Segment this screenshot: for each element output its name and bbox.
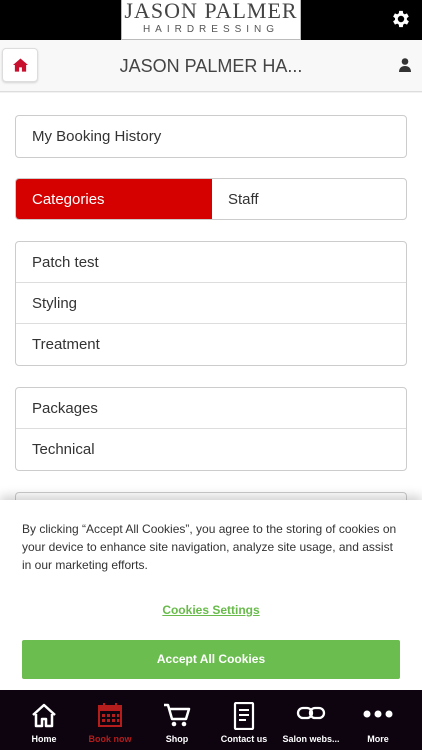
bottom-tab-label: Home [31, 734, 57, 744]
category-list-1: Patch test Styling Treatment [15, 241, 407, 366]
list-item-styling[interactable]: Styling [16, 283, 406, 324]
bottom-tab-label: Salon webs... [282, 734, 340, 744]
cookies-settings-link[interactable]: Cookies Settings [0, 603, 422, 617]
page-title: JASON PALMER HA... [119, 56, 303, 76]
accept-all-cookies-button[interactable]: Accept All Cookies [22, 640, 400, 679]
booking-history-box[interactable]: My Booking History [15, 115, 407, 158]
nav-bar: JASON PALMER HA... [0, 40, 422, 92]
bottom-tab-book-now[interactable]: Book now [75, 690, 145, 750]
bottom-tab-home[interactable]: Home [9, 690, 79, 750]
bottom-tab-label: Book now [88, 734, 132, 744]
calendar-icon [98, 703, 122, 727]
link-icon [296, 706, 326, 720]
contact-icon [233, 702, 255, 730]
top-bar: JASON PALMER HAIRDRESSING [0, 0, 422, 40]
logo[interactable]: JASON PALMER HAIRDRESSING [121, 0, 301, 40]
logo-sub-text: HAIRDRESSING [142, 24, 280, 35]
booking-history-link[interactable]: My Booking History [16, 116, 406, 157]
cookie-text: By clicking “Accept All Cookies”, you ag… [22, 522, 397, 572]
list-item-technical[interactable]: Technical [16, 429, 406, 470]
more-icon [363, 710, 393, 718]
main-content: My Booking History Categories Staff Patc… [0, 93, 422, 523]
category-tabs: Categories Staff [15, 178, 407, 220]
bottom-tab-shop[interactable]: Shop [142, 690, 212, 750]
tab-categories[interactable]: Categories [16, 179, 212, 219]
bottom-tab-bar: Home Book now Shop Contact us Salon webs… [0, 690, 422, 750]
bottom-tab-salon-website[interactable]: Salon webs... [276, 690, 346, 750]
list-item-packages[interactable]: Packages [16, 388, 406, 429]
logo-main-text: JASON PALMER [124, 0, 298, 23]
bottom-tab-label: More [367, 734, 389, 744]
bottom-tab-label: Contact us [220, 734, 268, 744]
bottom-tab-contact-us[interactable]: Contact us [209, 690, 279, 750]
home-icon [32, 703, 56, 728]
home-button[interactable] [2, 48, 38, 82]
bottom-tab-label: Shop [165, 734, 189, 744]
list-item-patch-test[interactable]: Patch test [16, 242, 406, 283]
user-icon[interactable] [399, 58, 411, 72]
cart-icon [164, 703, 191, 727]
category-list-2: Packages Technical [15, 387, 407, 471]
cookie-banner: By clicking “Accept All Cookies”, you ag… [0, 500, 422, 690]
list-item-treatment[interactable]: Treatment [16, 324, 406, 365]
bottom-tab-more[interactable]: More [343, 690, 413, 750]
gear-icon[interactable] [390, 8, 412, 30]
home-icon [13, 58, 28, 72]
tab-staff[interactable]: Staff [212, 179, 406, 219]
